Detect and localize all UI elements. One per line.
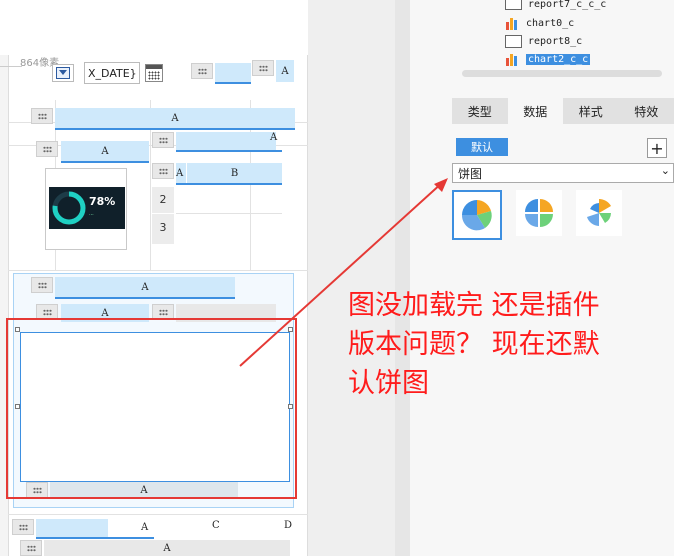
tree-item[interactable]: chart0_c xyxy=(505,14,670,32)
annotation-line: 图没加载完 还是插件 xyxy=(348,290,600,321)
tree-item[interactable]: report7_c_c_c xyxy=(505,0,670,10)
add-button[interactable]: + xyxy=(647,138,667,158)
cell-underline xyxy=(176,150,282,152)
drag-handle[interactable] xyxy=(12,519,34,535)
default-button[interactable]: 默认 xyxy=(456,138,508,156)
gauge-image: 78% ... xyxy=(49,187,125,229)
annotation-text: 图没加载完 还是插件 版本问题？ 现在还默 认饼图 xyxy=(348,286,668,403)
cell-highlight xyxy=(176,132,276,150)
chart-type-select[interactable]: 饼图 ⌄ xyxy=(452,163,674,183)
tree-item-label: chart0_c xyxy=(526,17,575,29)
dropdown-icon xyxy=(56,67,70,79)
drag-handle[interactable] xyxy=(36,141,58,157)
drag-handle[interactable] xyxy=(152,132,174,148)
chart-icon xyxy=(505,16,520,30)
gauge-ring-icon xyxy=(52,191,86,225)
cell-a: A xyxy=(44,540,290,556)
pie-option-rose[interactable] xyxy=(576,190,622,236)
tab-type[interactable]: 类型 xyxy=(452,98,508,124)
cell-a: A xyxy=(61,141,149,161)
rose-pie-icon xyxy=(587,199,611,226)
dropdown-button[interactable] xyxy=(52,64,74,82)
cell-underline xyxy=(55,128,295,130)
chevron-down-icon: ⌄ xyxy=(660,164,670,177)
tree-item-selected[interactable]: chart2_c_c xyxy=(505,50,670,68)
property-tabs: 类型 数据 样式 特效 xyxy=(452,98,674,124)
ruler-line xyxy=(0,66,22,67)
canvas-topbar xyxy=(0,0,308,55)
cell-highlight xyxy=(215,63,251,83)
drag-handle[interactable] xyxy=(152,163,174,179)
widget-tree: report7_c_c_c chart0_c report8_c chart2_… xyxy=(505,0,670,68)
tree-item[interactable]: report8_c xyxy=(505,32,670,50)
drag-handle[interactable] xyxy=(31,108,53,124)
gauge-percent: 78% xyxy=(89,195,116,208)
drag-handle[interactable] xyxy=(252,60,274,76)
cell-highlight xyxy=(36,519,108,537)
annotation-line: 版本问题？ 现在还默 xyxy=(348,329,600,360)
cell-underline xyxy=(61,161,149,163)
cell-a: A xyxy=(55,277,235,297)
cell-underline xyxy=(36,537,154,539)
column-header-d: D xyxy=(284,520,293,531)
exploded-pie-icon xyxy=(525,199,553,227)
drag-handle[interactable] xyxy=(191,63,213,79)
gauge-caption: ... xyxy=(89,211,94,217)
calendar-icon[interactable] xyxy=(145,64,163,82)
drag-handle[interactable] xyxy=(20,540,42,556)
cell-underline xyxy=(55,297,235,299)
param-date-input[interactable]: X_DATE} xyxy=(84,62,140,84)
pie-chart-icon xyxy=(461,200,492,231)
chart-icon xyxy=(505,52,520,66)
tab-style[interactable]: 样式 xyxy=(563,98,619,124)
pie-type-options xyxy=(452,190,624,240)
tab-data[interactable]: 数据 xyxy=(507,98,563,124)
cell-underline xyxy=(215,82,251,84)
row-number: 2 xyxy=(152,187,174,213)
row-number: 3 xyxy=(152,214,174,244)
tree-scrollbar[interactable] xyxy=(462,70,662,77)
tree-item-label: chart2_c_c xyxy=(526,53,591,65)
drag-handle[interactable] xyxy=(31,277,53,293)
tree-item-label: report8_c xyxy=(528,35,583,47)
tab-effects[interactable]: 特效 xyxy=(619,98,674,124)
gauge-image-widget[interactable]: 78% ... xyxy=(45,168,127,250)
cell-a: A xyxy=(270,132,278,143)
pie-option-exploded[interactable] xyxy=(516,190,562,236)
report-icon xyxy=(505,34,522,48)
cell-a: A xyxy=(55,108,295,128)
cell-a: A xyxy=(141,522,149,533)
cell-a: A xyxy=(276,60,294,82)
tree-item-label: report7_c_c_c xyxy=(528,0,607,10)
column-header-c: C xyxy=(212,520,220,531)
report-icon xyxy=(505,0,522,10)
grid-line xyxy=(8,514,308,515)
annotation-line: 认饼图 xyxy=(348,368,429,399)
column-header-a: A xyxy=(176,163,186,183)
chart-type-value: 饼图 xyxy=(458,166,483,181)
